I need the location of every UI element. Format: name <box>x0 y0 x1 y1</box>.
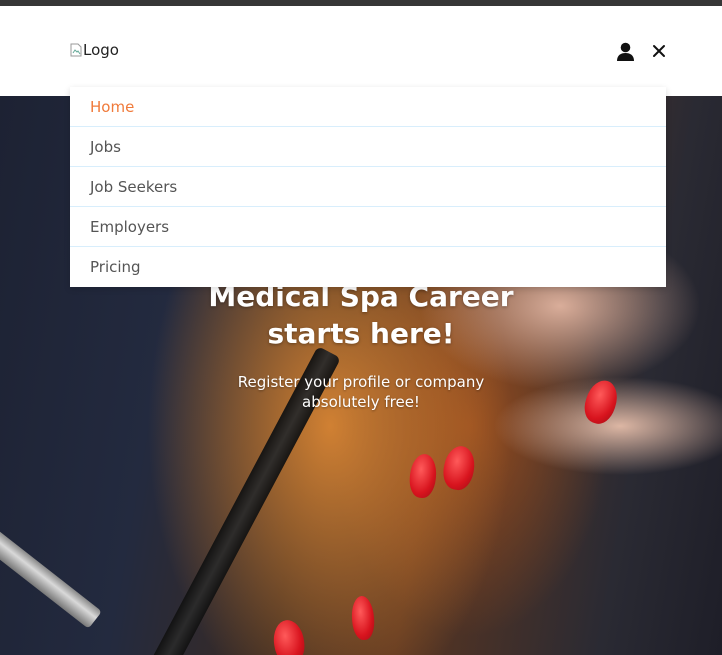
menu-item-employers[interactable]: Employers <box>70 207 666 247</box>
site-header: Logo <box>0 6 722 96</box>
user-icon[interactable] <box>616 42 635 62</box>
hero-subtitle-line: absolutely free! <box>302 393 420 411</box>
nail-image-detail <box>407 452 439 500</box>
nail-image-detail <box>440 443 478 493</box>
menu-item-label: Job Seekers <box>90 177 178 196</box>
hero-subtitle: Register your profile or company absolut… <box>0 372 722 412</box>
logo[interactable]: Logo <box>70 41 119 59</box>
broken-image-icon <box>70 43 82 57</box>
menu-item-pricing[interactable]: Pricing <box>70 247 666 287</box>
menu-item-jobs[interactable]: Jobs <box>70 127 666 167</box>
nav-dropdown-menu: Home Jobs Job Seekers Employers Pricing <box>70 87 666 287</box>
hero-title: Medical Spa Career starts here! <box>0 278 722 352</box>
close-icon[interactable] <box>651 43 667 59</box>
nail-image-detail <box>271 618 307 655</box>
menu-item-label: Jobs <box>90 137 121 156</box>
menu-item-label: Employers <box>90 217 170 236</box>
menu-item-label: Home <box>90 97 135 116</box>
scissors-image-detail <box>0 525 102 629</box>
hero-subtitle-line: Register your profile or company <box>237 373 485 391</box>
menu-item-job-seekers[interactable]: Job Seekers <box>70 167 666 207</box>
menu-item-home[interactable]: Home <box>70 87 666 127</box>
nail-image-detail <box>350 595 376 641</box>
logo-alt-text: Logo <box>83 41 119 59</box>
hero-title-line: starts here! <box>267 317 455 350</box>
menu-item-label: Pricing <box>90 258 141 276</box>
